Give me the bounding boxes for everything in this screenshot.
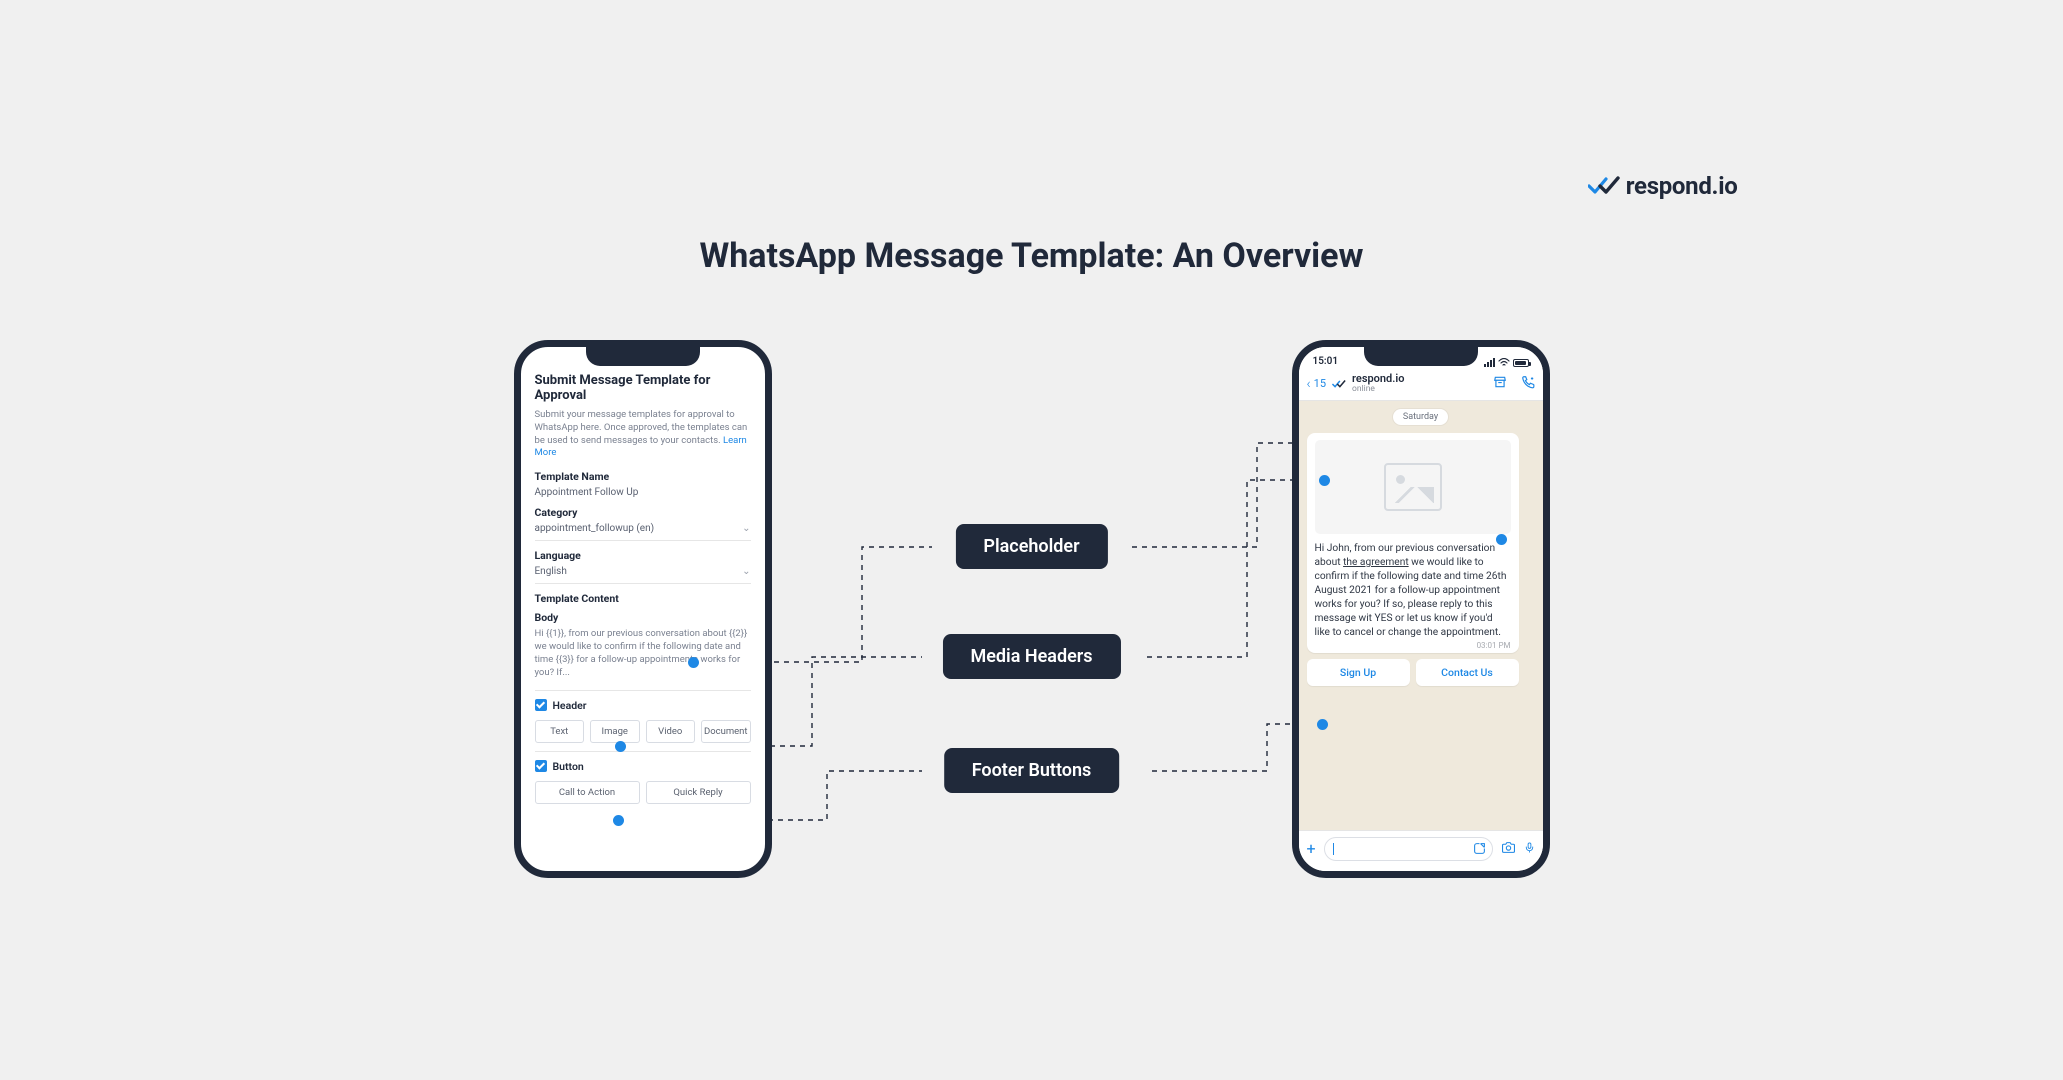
header-label: Header (553, 699, 587, 712)
battery-icon (1513, 359, 1529, 367)
contact-status: online (1352, 384, 1404, 394)
label-pill-placeholder: Placeholder (955, 524, 1107, 569)
text-cursor (1333, 843, 1335, 855)
chat-button-signup[interactable]: Sign Up (1307, 659, 1410, 686)
marker-dot (1317, 719, 1328, 730)
brand-logo: respond.io (1588, 172, 1738, 200)
template-name-label: Template Name (535, 470, 751, 483)
wifi-icon (1498, 358, 1510, 367)
button-checkbox-row[interactable]: Button (535, 760, 751, 773)
divider (535, 690, 751, 691)
plus-icon[interactable]: + (1307, 841, 1316, 857)
contact-avatar-icon (1332, 379, 1346, 389)
marker-dot (615, 741, 626, 752)
diagram-canvas: respond.io WhatsApp Message Template: An… (282, 144, 1782, 936)
checkbox-checked-icon[interactable] (535, 760, 547, 772)
label-pill-media-headers: Media Headers (942, 634, 1120, 679)
message-time: 03:01 PM (1477, 641, 1511, 650)
chevron-down-icon: ⌄ (742, 523, 750, 534)
marker-dot (613, 815, 624, 826)
status-time: 15:01 (1313, 356, 1339, 367)
camera-icon[interactable] (1501, 841, 1516, 858)
chat-preview-phone: 15:01 ‹ 15 respond.io on (1292, 340, 1550, 878)
sticker-icon[interactable] (1473, 842, 1486, 858)
body-text[interactable]: Hi {{1}}, from our previous conversation… (535, 628, 751, 679)
marker-dot (688, 657, 699, 668)
message-buttons: Sign Up Contact Us (1307, 659, 1519, 686)
image-placeholder-icon (1384, 463, 1442, 511)
message-input[interactable] (1324, 837, 1493, 861)
signal-icon (1484, 358, 1495, 367)
page-title: WhatsApp Message Template: An Overview (699, 236, 1363, 276)
divider (535, 751, 751, 752)
marker-dot (1496, 534, 1507, 545)
phone-notch (586, 346, 700, 366)
button-type-options: Call to Action Quick Reply (535, 781, 751, 804)
form-heading: Submit Message Template for Approval (535, 373, 751, 403)
category-select[interactable]: appointment_followup (en) ⌄ (535, 523, 751, 541)
template-form-phone: Submit Message Template for Approval Sub… (514, 340, 772, 878)
category-label: Category (535, 506, 751, 519)
header-type-options: Text Image Video Document (535, 720, 751, 743)
header-option-image[interactable]: Image (590, 720, 640, 743)
checkbox-checked-icon[interactable] (535, 699, 547, 711)
back-count[interactable]: 15 (1314, 377, 1326, 390)
header-checkbox-row[interactable]: Header (535, 699, 751, 712)
template-name-value[interactable]: Appointment Follow Up (535, 487, 751, 498)
button-option-cta[interactable]: Call to Action (535, 781, 640, 804)
microphone-icon[interactable] (1524, 840, 1535, 859)
form-description: Submit your message templates for approv… (535, 409, 751, 460)
message-text: Hi John, from our previous conversation … (1315, 542, 1511, 641)
chevron-down-icon: ⌄ (742, 566, 750, 577)
phone-notch (1364, 346, 1478, 366)
store-icon[interactable] (1493, 375, 1507, 392)
brand-name: respond.io (1626, 172, 1738, 200)
header-option-text[interactable]: Text (535, 720, 585, 743)
media-header-placeholder (1315, 440, 1511, 534)
language-label: Language (535, 549, 751, 562)
label-pill-footer-buttons: Footer Buttons (944, 748, 1120, 793)
body-label: Body (535, 611, 751, 624)
chat-header: ‹ 15 respond.io online (1299, 369, 1543, 401)
day-chip: Saturday (1393, 409, 1448, 425)
brand-check-icon (1588, 176, 1620, 196)
back-chevron-icon[interactable]: ‹ (1307, 376, 1311, 392)
call-icon[interactable] (1521, 375, 1535, 392)
message-bubble: Hi John, from our previous conversation … (1307, 433, 1519, 653)
chat-input-bar: + (1299, 830, 1543, 871)
header-option-video[interactable]: Video (646, 720, 696, 743)
contact-name: respond.io (1352, 373, 1404, 384)
button-label: Button (553, 760, 584, 773)
header-option-document[interactable]: Document (701, 720, 751, 743)
button-option-quick-reply[interactable]: Quick Reply (646, 781, 751, 804)
language-select[interactable]: English ⌄ (535, 566, 751, 584)
chat-button-contact[interactable]: Contact Us (1416, 659, 1519, 686)
chat-body: Saturday Hi John, from our previous conv… (1299, 401, 1543, 830)
marker-dot (1319, 475, 1330, 486)
template-content-label: Template Content (535, 592, 751, 605)
